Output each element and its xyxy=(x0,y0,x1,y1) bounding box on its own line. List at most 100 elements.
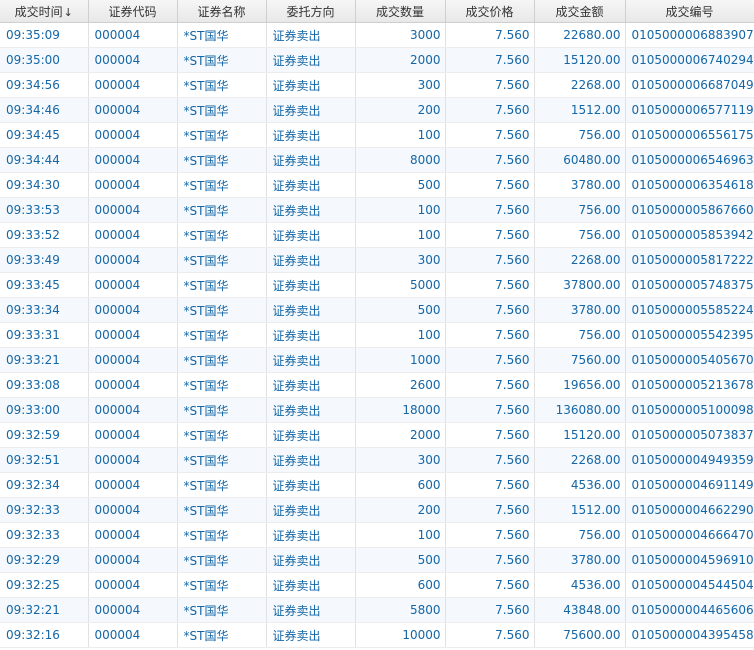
table-row[interactable]: 09:32:21 000004 *ST国华 证券卖出 5800 7.560 43848.00… xyxy=(0,597,754,623)
cell-security-code: 000004 xyxy=(88,272,178,298)
header-trade-time[interactable]: 成交时间↓ xyxy=(0,0,89,23)
cell-trade-price: 7.560 xyxy=(445,297,535,323)
cell-order-direction: 证券卖出 xyxy=(266,397,356,423)
cell-trade-price: 7.560 xyxy=(445,397,535,423)
cell-trade-price: 7.560 xyxy=(445,247,535,273)
cell-trade-amount: 1512.00 xyxy=(534,497,626,523)
table-row[interactable]: 09:32:59 000004 *ST国华 证券卖出 2000 7.560 15120.00… xyxy=(0,422,754,448)
table-row[interactable]: 09:33:53 000004 *ST国华 证券卖出 100 7.560 756.00 010… xyxy=(0,197,754,223)
table-row[interactable]: 09:33:34 000004 *ST国华 证券卖出 500 7.560 3780.00 01… xyxy=(0,297,754,323)
cell-trade-time: 09:32:29 xyxy=(0,547,89,573)
cell-trade-price: 7.560 xyxy=(445,472,535,498)
cell-order-direction: 证券卖出 xyxy=(266,247,356,273)
cell-trade-number: 0105000006740294 xyxy=(625,47,754,73)
cell-trade-number: 0105000005853942 xyxy=(625,222,754,248)
table-body: 09:35:09 000004 *ST国华 证券卖出 3000 7.560 22680.00… xyxy=(0,22,754,648)
cell-security-name: *ST国华 xyxy=(177,447,267,473)
table-row[interactable]: 09:32:25 000004 *ST国华 证券卖出 600 7.560 4536.00 01… xyxy=(0,572,754,598)
header-trade-quantity[interactable]: 成交数量 xyxy=(355,0,446,23)
cell-security-name: *ST国华 xyxy=(177,472,267,498)
table-row[interactable]: 09:32:16 000004 *ST国华 证券卖出 10000 7.560 75600.0… xyxy=(0,622,754,648)
header-security-code[interactable]: 证券代码 xyxy=(88,0,178,23)
cell-security-code: 000004 xyxy=(88,572,178,598)
cell-trade-amount: 756.00 xyxy=(534,522,626,548)
cell-trade-number: 0105000006687049 xyxy=(625,72,754,98)
cell-security-code: 000004 xyxy=(88,522,178,548)
table-row[interactable]: 09:32:34 000004 *ST国华 证券卖出 600 7.560 4536.00 01… xyxy=(0,472,754,498)
table-row[interactable]: 09:34:46 000004 *ST国华 证券卖出 200 7.560 1512.00 01… xyxy=(0,97,754,123)
cell-trade-amount: 15120.00 xyxy=(534,47,626,73)
cell-order-direction: 证券卖出 xyxy=(266,347,356,373)
cell-security-name: *ST国华 xyxy=(177,422,267,448)
cell-security-name: *ST国华 xyxy=(177,272,267,298)
header-trade-amount[interactable]: 成交金额 xyxy=(534,0,626,23)
cell-order-direction: 证券卖出 xyxy=(266,272,356,298)
table-row[interactable]: 09:33:31 000004 *ST国华 证券卖出 100 7.560 756.00 010… xyxy=(0,322,754,348)
table-row[interactable]: 09:34:44 000004 *ST国华 证券卖出 8000 7.560 60480.00… xyxy=(0,147,754,173)
cell-trade-quantity: 10000 xyxy=(355,622,446,648)
cell-security-code: 000004 xyxy=(88,322,178,348)
cell-security-name: *ST国华 xyxy=(177,372,267,398)
cell-security-name: *ST国华 xyxy=(177,322,267,348)
cell-trade-time: 09:34:45 xyxy=(0,122,89,148)
header-order-direction[interactable]: 委托方向 xyxy=(266,0,356,23)
cell-order-direction: 证券卖出 xyxy=(266,472,356,498)
cell-trade-number: 0105000004662290 xyxy=(625,497,754,523)
cell-trade-amount: 4536.00 xyxy=(534,572,626,598)
cell-trade-number: 0105000004395458 xyxy=(625,622,754,648)
table-row[interactable]: 09:33:21 000004 *ST国华 证券卖出 1000 7.560 7560.00 0… xyxy=(0,347,754,373)
cell-trade-price: 7.560 xyxy=(445,447,535,473)
table-row[interactable]: 09:32:51 000004 *ST国华 证券卖出 300 7.560 2268.00 01… xyxy=(0,447,754,473)
cell-order-direction: 证券卖出 xyxy=(266,122,356,148)
table-row[interactable]: 09:34:45 000004 *ST国华 证券卖出 100 7.560 756.00 010… xyxy=(0,122,754,148)
cell-trade-number: 0105000006577119 xyxy=(625,97,754,123)
table-row[interactable]: 09:32:33 000004 *ST国华 证券卖出 200 7.560 1512.00 01… xyxy=(0,497,754,523)
cell-security-code: 000004 xyxy=(88,22,178,48)
cell-trade-amount: 2268.00 xyxy=(534,72,626,98)
cell-trade-time: 09:32:33 xyxy=(0,522,89,548)
header-trade-price[interactable]: 成交价格 xyxy=(445,0,535,23)
cell-trade-amount: 75600.00 xyxy=(534,622,626,648)
cell-trade-price: 7.560 xyxy=(445,197,535,223)
cell-trade-quantity: 500 xyxy=(355,547,446,573)
cell-order-direction: 证券卖出 xyxy=(266,622,356,648)
table-row[interactable]: 09:34:30 000004 *ST国华 证券卖出 500 7.560 3780.00 01… xyxy=(0,172,754,198)
cell-trade-time: 09:32:34 xyxy=(0,472,89,498)
cell-trade-quantity: 200 xyxy=(355,97,446,123)
cell-trade-amount: 37800.00 xyxy=(534,272,626,298)
table-row[interactable]: 09:35:00 000004 *ST国华 证券卖出 2000 7.560 15120.00… xyxy=(0,47,754,73)
cell-security-code: 000004 xyxy=(88,147,178,173)
cell-trade-amount: 7560.00 xyxy=(534,347,626,373)
table-row[interactable]: 09:33:08 000004 *ST国华 证券卖出 2600 7.560 19656.00… xyxy=(0,372,754,398)
cell-security-name: *ST国华 xyxy=(177,397,267,423)
cell-order-direction: 证券卖出 xyxy=(266,172,356,198)
cell-security-name: *ST国华 xyxy=(177,597,267,623)
cell-trade-amount: 43848.00 xyxy=(534,597,626,623)
table-row[interactable]: 09:33:00 000004 *ST国华 证券卖出 18000 7.560 136080.… xyxy=(0,397,754,423)
cell-trade-number: 0105000004949359 xyxy=(625,447,754,473)
table-row[interactable]: 09:34:56 000004 *ST国华 证券卖出 300 7.560 2268.00 01… xyxy=(0,72,754,98)
cell-trade-price: 7.560 xyxy=(445,522,535,548)
table-row[interactable]: 09:33:52 000004 *ST国华 证券卖出 100 7.560 756.00 010… xyxy=(0,222,754,248)
cell-trade-number: 0105000005073837 xyxy=(625,422,754,448)
cell-trade-price: 7.560 xyxy=(445,172,535,198)
cell-trade-quantity: 600 xyxy=(355,472,446,498)
table-row[interactable]: 09:32:33 000004 *ST国华 证券卖出 100 7.560 756.00 010… xyxy=(0,522,754,548)
cell-trade-amount: 3780.00 xyxy=(534,172,626,198)
cell-trade-quantity: 5800 xyxy=(355,597,446,623)
cell-trade-time: 09:32:25 xyxy=(0,572,89,598)
table-row[interactable]: 09:33:49 000004 *ST国华 证券卖出 300 7.560 2268.00 01… xyxy=(0,247,754,273)
header-security-name[interactable]: 证券名称 xyxy=(177,0,267,23)
cell-trade-amount: 3780.00 xyxy=(534,297,626,323)
cell-trade-quantity: 2000 xyxy=(355,422,446,448)
cell-security-code: 000004 xyxy=(88,297,178,323)
table-row[interactable]: 09:32:29 000004 *ST国华 证券卖出 500 7.560 3780.00 01… xyxy=(0,547,754,573)
cell-trade-price: 7.560 xyxy=(445,597,535,623)
cell-trade-time: 09:32:16 xyxy=(0,622,89,648)
header-trade-number[interactable]: 成交编号 xyxy=(625,0,754,23)
cell-trade-quantity: 600 xyxy=(355,572,446,598)
cell-trade-quantity: 500 xyxy=(355,172,446,198)
table-row[interactable]: 09:35:09 000004 *ST国华 证券卖出 3000 7.560 22680.00… xyxy=(0,22,754,48)
table-row[interactable]: 09:33:45 000004 *ST国华 证券卖出 5000 7.560 37800.00… xyxy=(0,272,754,298)
cell-trade-price: 7.560 xyxy=(445,272,535,298)
